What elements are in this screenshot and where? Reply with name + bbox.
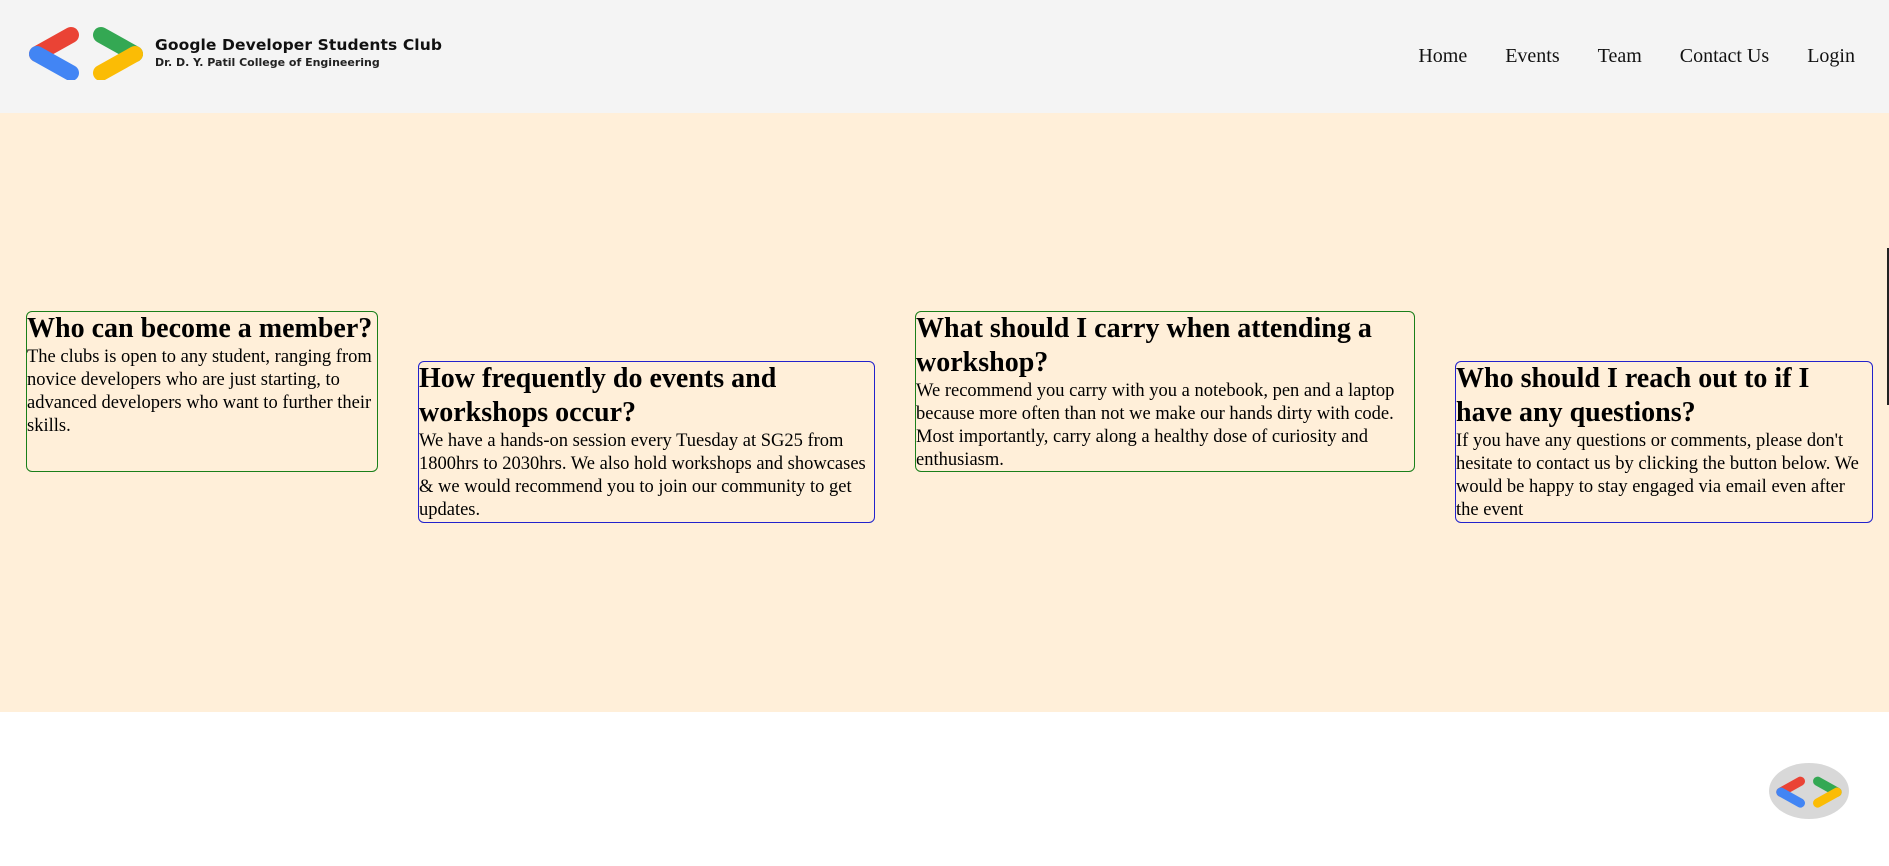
- faq-question: Who should I reach out to if I have any …: [1456, 363, 1810, 428]
- faq-card-frequency: How frequently do events and workshops o…: [418, 361, 875, 523]
- nav-events[interactable]: Events: [1505, 44, 1559, 68]
- footer-logo-button[interactable]: [1769, 763, 1849, 819]
- main-nav: Home Events Team Contact Us Login: [1380, 44, 1855, 68]
- faq-question: How frequently do events and workshops o…: [419, 363, 777, 428]
- site-header: Google Developer Students Club Dr. D. Y.…: [0, 0, 1889, 113]
- gdsc-logo-icon: [29, 27, 143, 80]
- faq-answer: The clubs is open to any student, rangin…: [27, 347, 372, 436]
- faq-card-what-to-carry: What should I carry when attending a wor…: [915, 311, 1415, 472]
- brand-title: Google Developer Students Club: [155, 35, 443, 54]
- faq-answer: If you have any questions or comments, p…: [1456, 431, 1859, 520]
- brand-text: Google Developer Students Club Dr. D. Y.…: [155, 35, 442, 70]
- brand-subtitle: Dr. D. Y. Patil College of Engineering: [155, 55, 380, 69]
- brand-logo-link[interactable]: Google Developer Students Club Dr. D. Y.…: [25, 24, 442, 80]
- faq-section: Who can become a member? The clubs is op…: [0, 113, 1889, 712]
- faq-card-membership: Who can become a member? The clubs is op…: [26, 311, 378, 472]
- nav-team[interactable]: Team: [1598, 44, 1642, 68]
- nav-contact-us[interactable]: Contact Us: [1680, 44, 1769, 68]
- faq-question: What should I carry when attending a wor…: [916, 313, 1372, 378]
- faq-card-contact: Who should I reach out to if I have any …: [1455, 361, 1873, 523]
- faq-answer: We recommend you carry with you a notebo…: [916, 381, 1395, 470]
- gdsc-logo-icon: [1776, 776, 1842, 808]
- nav-home[interactable]: Home: [1418, 44, 1467, 68]
- faq-answer: We have a hands-on session every Tuesday…: [419, 431, 866, 520]
- faq-question: Who can become a member?: [27, 313, 373, 344]
- nav-login[interactable]: Login: [1807, 44, 1855, 68]
